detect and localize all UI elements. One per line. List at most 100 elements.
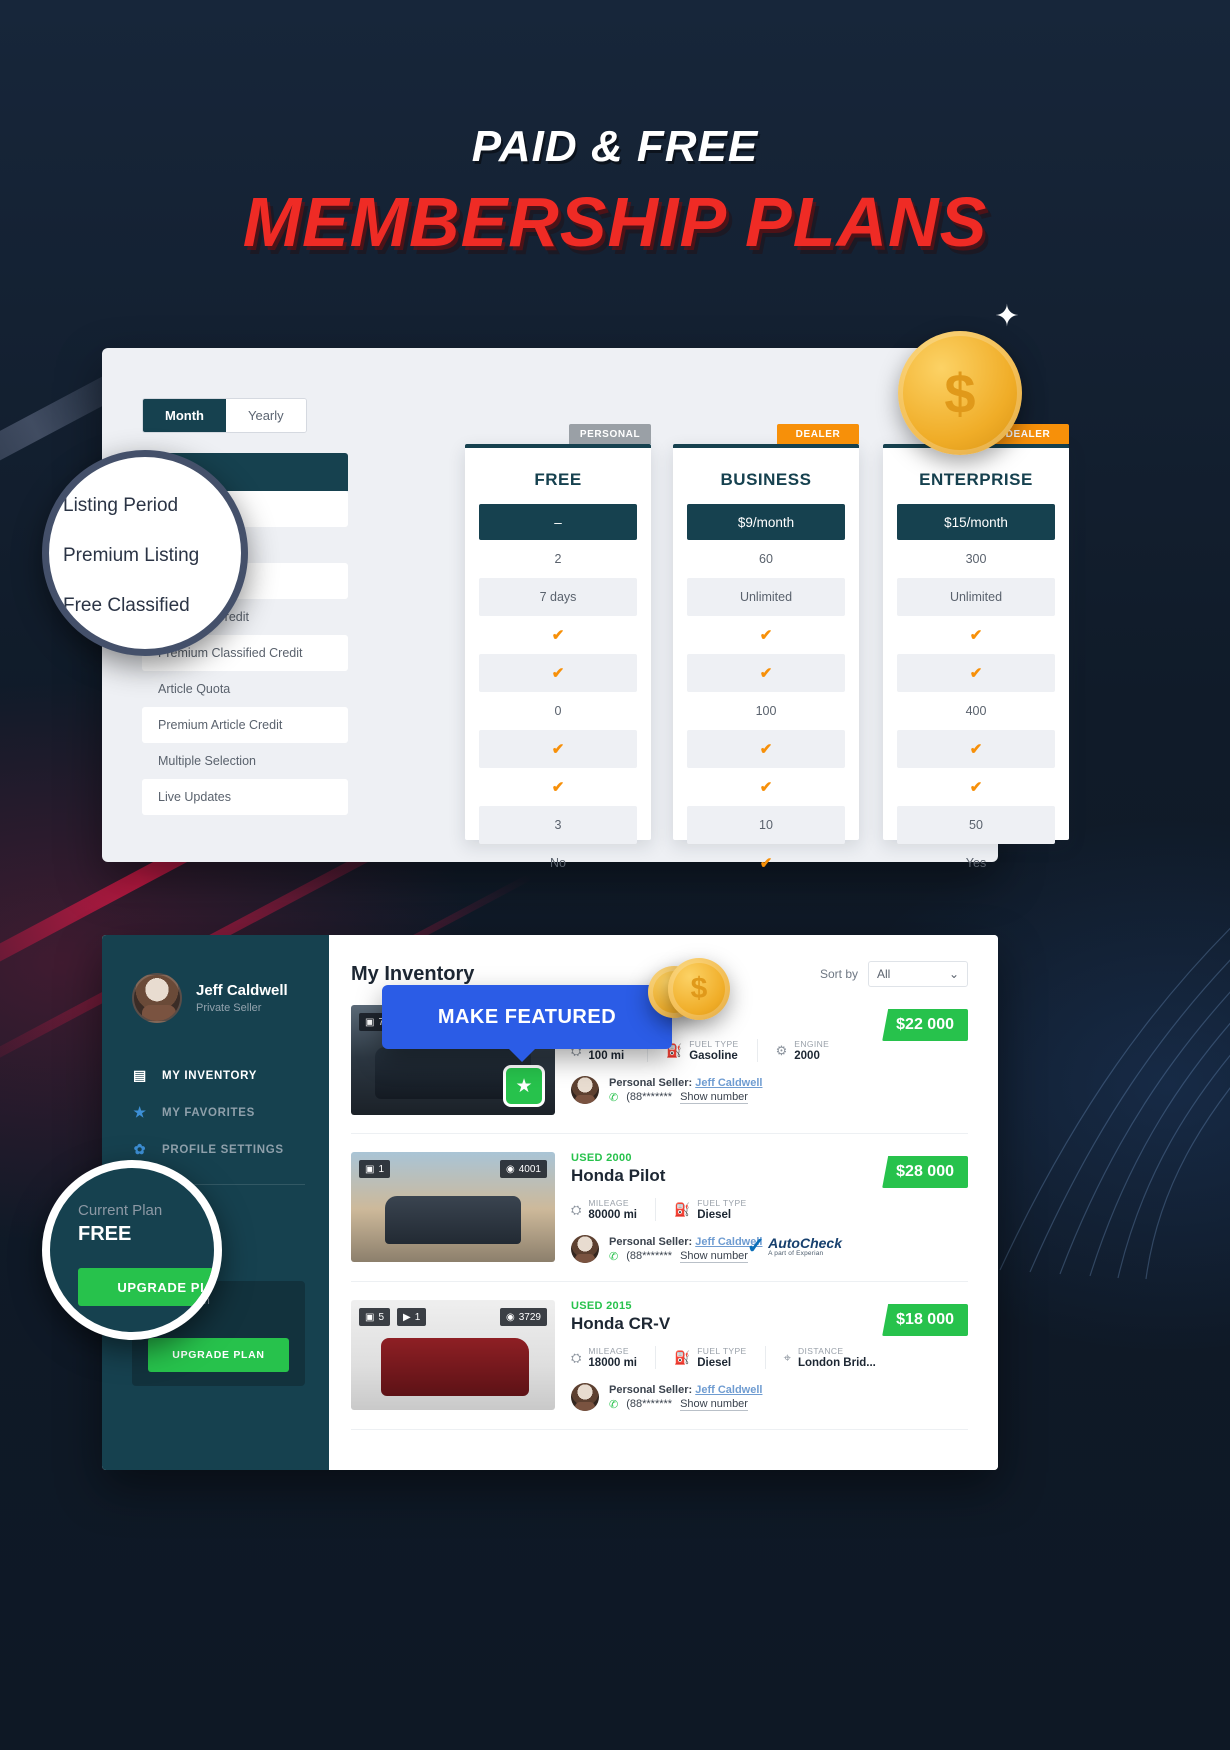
page-root: PAID & FREE MEMBERSHIP PLANS Month Yearl…: [0, 0, 1230, 1750]
spec-value: 80000 mi: [588, 1209, 638, 1221]
spec-fuel-type: ⛽ FUEL TYPE Diesel: [674, 1346, 766, 1369]
check-icon: ✔: [759, 741, 773, 758]
plan-price: –: [479, 504, 637, 540]
feature-row: Multiple Selection: [158, 754, 256, 768]
plan-cell: ✔: [897, 616, 1055, 654]
check-icon: ✔: [759, 627, 773, 644]
toggle-yearly[interactable]: Yearly: [225, 399, 306, 432]
billing-period-toggle[interactable]: Month Yearly: [142, 398, 307, 433]
check-icon: ✔: [759, 665, 773, 682]
phone-icon: ✆: [609, 1091, 619, 1104]
list-item[interactable]: ▣ 5 ▶ 1 ◉ 3729 USED 2015 Honda CR-V ⛭ MI…: [351, 1282, 968, 1430]
plan-cell: 100: [755, 704, 777, 718]
listing-price: $18 000: [882, 1304, 968, 1336]
plan-cell: Unlimited: [687, 578, 845, 616]
spec-mileage: ⛭ MILEAGE 80000 mi: [571, 1198, 657, 1221]
plan-cell: 400: [965, 704, 987, 718]
star-icon: ★: [133, 1104, 147, 1120]
seller-phone: (88*******: [626, 1250, 673, 1262]
magnified-feature: Premium Listing: [63, 545, 200, 566]
sort-label: Sort by: [819, 967, 858, 981]
mileage-icon: ⛭: [571, 1201, 582, 1217]
check-icon: ✔: [969, 779, 983, 796]
listing-price: $22 000: [882, 1009, 968, 1041]
check-icon: ✔: [969, 627, 983, 644]
spec-value: 18000 mi: [588, 1357, 638, 1369]
seller-line: Personal Seller: Jeff Caldwell: [609, 1077, 762, 1089]
show-number-link[interactable]: Show number: [680, 1398, 748, 1411]
gold-coin-front-icon: $: [668, 958, 730, 1020]
magnified-feature: Free Classified: [63, 595, 190, 616]
fuel-icon: ⛽: [674, 1201, 691, 1217]
plan-column-business[interactable]: DEALER BUSINESS $9/month 60 Unlimited ✔ …: [673, 424, 859, 872]
plan-cell: ✔: [687, 768, 845, 806]
photo-count-badge: ▣ 5: [359, 1308, 391, 1326]
location-icon: ⌖: [783, 1349, 791, 1365]
seller-name-link[interactable]: Jeff Caldwell: [695, 1077, 762, 1089]
listing-body: USED 2000 Honda Pilot ⛭ MILEAGE 80000 mi…: [571, 1152, 968, 1263]
spec-mileage: ⛭ MILEAGE 18000 mi: [571, 1346, 657, 1369]
plan-cell: No: [550, 856, 566, 870]
plan-column-enterprise[interactable]: DEALER ENTERPRISE $15/month 300 Unlimite…: [883, 424, 1069, 870]
sort-select[interactable]: All ⌄: [868, 961, 968, 987]
profile-block: Jeff Caldwell Private Seller: [132, 973, 305, 1023]
spec-value: 100 mi: [588, 1050, 625, 1062]
magnified-upgrade-plan-button[interactable]: UPGRADE PLAN: [78, 1268, 214, 1306]
listing-seller: Personal Seller: Jeff Caldwell ✆ (88****…: [571, 1383, 968, 1411]
view-count-badge: ◉ 3729: [500, 1308, 547, 1326]
featured-star-badge[interactable]: ★: [503, 1065, 545, 1107]
heading-main: MEMBERSHIP PLANS: [242, 183, 988, 261]
check-icon: ✔: [759, 779, 773, 796]
video-icon: ▶: [403, 1311, 411, 1323]
autocheck-badge: ✓ AutoCheck A part of Experian: [747, 1233, 842, 1259]
list-item[interactable]: ▣ 1 ◉ 4001 USED 2000 Honda Pilot ⛭ MILEA…: [351, 1134, 968, 1282]
sort-control[interactable]: Sort by All ⌄: [820, 961, 968, 987]
show-number-link[interactable]: Show number: [680, 1250, 748, 1263]
toggle-month[interactable]: Month: [143, 399, 226, 432]
upgrade-plan-button[interactable]: UPGRADE PLAN: [148, 1338, 289, 1372]
spec-label: ENGINE: [794, 1039, 830, 1049]
listing-thumbnail[interactable]: ▣ 5 ▶ 1 ◉ 3729: [351, 1300, 555, 1410]
spec-value: Gasoline: [689, 1050, 738, 1062]
listing-body: USED 2015 Honda CR-V ⛭ MILEAGE 18000 mi …: [571, 1300, 968, 1411]
seller-name-link[interactable]: Jeff Caldwell: [695, 1384, 762, 1396]
sidebar-item-profile-settings[interactable]: ✿ PROFILE SETTINGS: [132, 1131, 305, 1168]
seller-label: Personal Seller:: [609, 1383, 693, 1396]
spec-label: DISTANCE: [797, 1346, 844, 1356]
spec-value: London Brid...: [797, 1357, 876, 1369]
check-icon: ✔: [551, 779, 565, 796]
seller-line: Personal Seller: Jeff Caldwell: [609, 1384, 762, 1396]
plan-cell: 2: [554, 552, 562, 566]
spec-value: Diesel: [697, 1209, 732, 1221]
eye-icon: ◉: [506, 1163, 515, 1175]
magnifier-current-plan: Current Plan FREE UPGRADE PLAN: [42, 1160, 222, 1340]
photo-count-badge: ▣ 1: [359, 1160, 391, 1178]
check-icon: ✔: [551, 627, 565, 644]
check-icon: ✓: [746, 1233, 766, 1258]
make-featured-tooltip[interactable]: MAKE FEATURED: [382, 985, 672, 1062]
feature-row: Live Updates: [142, 779, 348, 815]
magnifier-features: Listing Period Premium Listing Free Clas…: [42, 450, 248, 656]
magnified-plan-value: FREE: [78, 1223, 132, 1245]
autocheck-subtitle: A part of Experian: [768, 1249, 824, 1257]
plan-cell: ✔: [479, 730, 637, 768]
plan-column-free[interactable]: PERSONAL FREE – 2 7 days ✔ ✔ 0 ✔ ✔ 3 No: [465, 424, 651, 870]
seller-phone: (88*******: [626, 1091, 673, 1103]
sidebar-item-my-favorites[interactable]: ★ MY FAVORITES: [132, 1094, 305, 1131]
show-number-link[interactable]: Show number: [680, 1091, 748, 1104]
gear-icon: ✿: [133, 1141, 147, 1157]
layers-icon: ▤: [133, 1067, 147, 1083]
spec-label: FUEL TYPE: [697, 1198, 747, 1208]
sparkle-icon: ✦: [994, 300, 1020, 333]
seller-avatar: [571, 1076, 599, 1104]
plan-price: $15/month: [897, 504, 1055, 540]
listing-seller: Personal Seller: Jeff Caldwell ✆ (88****…: [571, 1076, 968, 1104]
eye-icon: ◉: [506, 1311, 515, 1323]
plan-cell: 60: [759, 552, 773, 566]
check-icon: ✔: [551, 665, 565, 682]
sidebar-item-my-inventory[interactable]: ▤ MY INVENTORY: [132, 1057, 305, 1094]
listing-thumbnail[interactable]: ▣ 1 ◉ 4001: [351, 1152, 555, 1262]
check-icon: ✔: [551, 741, 565, 758]
fuel-icon: ⛽: [674, 1349, 691, 1365]
check-icon: ✔: [969, 665, 983, 682]
